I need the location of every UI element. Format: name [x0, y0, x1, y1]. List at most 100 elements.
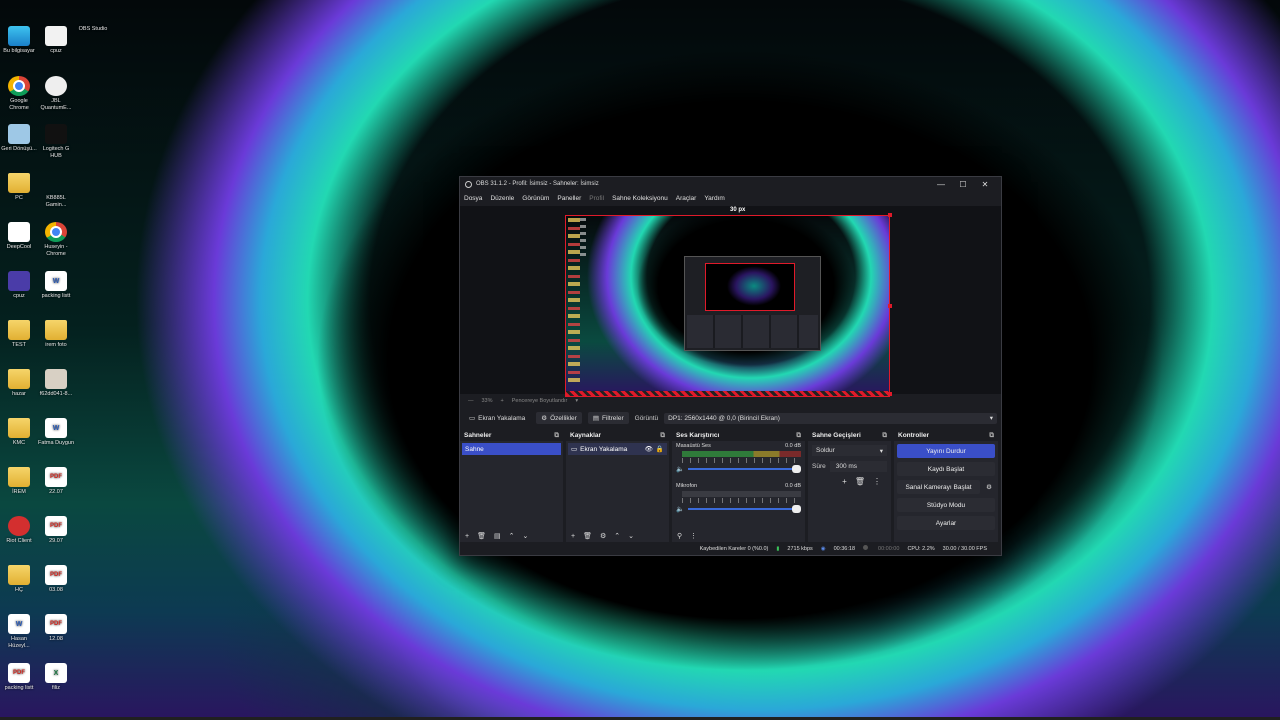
gear-icon[interactable]: ⚙	[983, 480, 995, 494]
filters-button[interactable]: ▤ Filtreler	[587, 412, 629, 424]
volume-slider[interactable]	[688, 505, 801, 513]
preview-canvas[interactable]	[565, 215, 890, 397]
chevron-down-icon: ▾	[989, 415, 993, 422]
desktop-icon[interactable]: Xfiliz	[37, 663, 75, 692]
channel-name: Masaüstü Ses	[676, 443, 711, 449]
zoom-plus-icon[interactable]: +	[501, 398, 504, 404]
lock-icon[interactable]: 🔒	[656, 445, 664, 453]
menu-tools[interactable]: Araçlar	[676, 195, 697, 202]
trash-icon[interactable]: 🗑	[855, 477, 865, 486]
minimize-button[interactable]: —	[930, 180, 952, 189]
hyperx-icon	[45, 173, 67, 193]
desktop-icon[interactable]: PDF 29.07	[37, 516, 75, 545]
maximize-button[interactable]: ☐	[952, 180, 974, 189]
desktop-icon[interactable]: Wpacking listt	[37, 271, 75, 300]
close-button[interactable]: ✕	[974, 180, 996, 189]
desktop-icon[interactable]: PDF 22.07	[37, 467, 75, 496]
desktop-icon[interactable]: DeepCool	[0, 222, 38, 251]
desktop-icon[interactable]: Riot Client	[0, 516, 38, 545]
desktop-icon[interactable]: İREM	[0, 467, 38, 496]
desktop-icon[interactable]: PC	[0, 173, 38, 202]
desktop-icon[interactable]: PDF 12.08	[37, 614, 75, 643]
source-item[interactable]: ▭ Ekran Yakalama 👁 🔒	[568, 443, 667, 455]
scenes-dock: Sahneler ⧉ Sahne + 🗑 ▤ ⌃ ⌄	[460, 430, 563, 542]
menu-help[interactable]: Yardım	[704, 195, 724, 202]
desktop-icon[interactable]: W Hasan Hüzeyl...	[0, 614, 38, 650]
start-recording-button[interactable]: Kaydı Başlat	[897, 462, 995, 476]
desktop-icon[interactable]: OBS Studio	[74, 26, 555, 222]
studio-mode-button[interactable]: Stüdyo Modu	[897, 498, 995, 512]
properties-button[interactable]: ⚙ Özellikler	[536, 412, 582, 424]
controls-title: Kontroller	[898, 432, 930, 439]
resize-handle-right[interactable]	[888, 304, 892, 308]
speaker-icon[interactable]: 🔈	[676, 465, 684, 473]
resize-to-window[interactable]: Pencereye Boyutlandır	[512, 398, 568, 404]
volume-slider-knob[interactable]	[792, 465, 801, 473]
link-icon[interactable]: ⚲	[677, 532, 682, 540]
desktop-icon[interactable]: cpuz	[0, 271, 38, 300]
chevron-up-icon[interactable]: ⌃	[509, 532, 515, 540]
desktop-icon[interactable]: KB885L Gamin...	[37, 173, 75, 209]
dock-float-icon[interactable]: ⧉	[796, 432, 801, 440]
sources-dock: Kaynaklar ⧉ ▭ Ekran Yakalama 👁 🔒 + 🗑 ⚙ ⌃…	[566, 430, 669, 542]
more-icon[interactable]: ⋮	[690, 532, 697, 540]
menu-edit[interactable]: Düzenle	[490, 195, 514, 202]
chevron-up-icon[interactable]: ⌃	[614, 532, 620, 540]
menu-file[interactable]: Dosya	[464, 195, 482, 202]
desktop-icon[interactable]: cpuz	[37, 26, 75, 55]
desktop-icon[interactable]: hazar	[0, 369, 38, 398]
transition-select[interactable]: Soldur ▾	[812, 445, 887, 456]
eye-icon[interactable]: 👁	[645, 445, 653, 453]
dock-float-icon[interactable]: ⧉	[554, 432, 559, 440]
dock-float-icon[interactable]: ⧉	[660, 432, 665, 440]
desktop-icon[interactable]: irem foto	[37, 320, 75, 349]
duration-input[interactable]: 300 ms	[829, 461, 887, 472]
add-icon[interactable]: +	[571, 533, 575, 540]
dock-float-icon[interactable]: ⧉	[882, 432, 887, 440]
desktop-icon[interactable]: W Fatma Duygun	[37, 418, 75, 447]
desktop-icon[interactable]: Logitech G HUB	[37, 124, 75, 160]
filter-icon[interactable]: ▤	[494, 532, 501, 540]
resize-handle-top-right[interactable]	[888, 213, 892, 217]
gear-icon[interactable]: ⚙	[600, 532, 606, 540]
desktop-icon[interactable]: TEST	[0, 320, 38, 349]
desktop-icon[interactable]: KMC	[0, 418, 38, 447]
desktop-icon[interactable]: JBL QuantumE...	[37, 76, 75, 112]
desktop-icon[interactable]: Geri Dönüşü...	[0, 124, 38, 153]
preview-area[interactable]: 30 px	[460, 206, 1001, 397]
window-title: OBS 31.1.2 - Profil: İsimsiz - Sahneler:…	[476, 181, 599, 187]
desktop-icon[interactable]: Bu bilgisayar	[0, 26, 38, 55]
desktop-icon[interactable]: f62dd041-8...	[37, 369, 75, 398]
trash-icon[interactable]: 🗑	[583, 532, 592, 540]
scene-item[interactable]: Sahne	[462, 443, 561, 455]
speaker-icon[interactable]: 🔈	[676, 505, 684, 513]
chevron-down-icon[interactable]: ⌄	[522, 532, 528, 540]
menu-profile[interactable]: Profil	[589, 195, 604, 202]
desktop-icon[interactable]: PDF 03.08	[37, 565, 75, 594]
zoom-minus-icon[interactable]: —	[468, 398, 474, 404]
trash-icon[interactable]: 🗑	[477, 532, 486, 540]
title-bar[interactable]: OBS 31.1.2 - Profil: İsimsiz - Sahneler:…	[460, 177, 1001, 191]
volume-slider-knob[interactable]	[792, 505, 801, 513]
channel-header: Masaüstü Ses 0.0 dB	[676, 443, 801, 449]
menu-scene-collection[interactable]: Sahne Koleksiyonu	[612, 195, 668, 202]
menu-view[interactable]: Görünüm	[522, 195, 549, 202]
desktop-icon-label: DeepCool	[6, 244, 32, 250]
menu-docks[interactable]: Paneller	[557, 195, 581, 202]
desktop-icon[interactable]: PDF packing listt	[0, 663, 38, 692]
add-icon[interactable]: +	[842, 477, 847, 486]
chevron-down-icon[interactable]: ⌄	[628, 532, 634, 540]
desktop-icon[interactable]: HÇ	[0, 565, 38, 594]
more-icon[interactable]: ⋮	[873, 477, 881, 486]
desktop-icon[interactable]: Google Chrome	[0, 76, 38, 112]
settings-button[interactable]: Ayarlar	[897, 516, 995, 530]
start-virtual-camera-button[interactable]: Sanal Kamerayı Başlat	[897, 480, 980, 494]
desktop-icon[interactable]: Huseyin - Chrome	[37, 222, 75, 258]
display-select[interactable]: DP1: 2560x1440 @ 0,0 (Birincil Ekran) ▾	[664, 412, 997, 424]
logitech-icon	[45, 124, 67, 144]
add-icon[interactable]: +	[465, 533, 469, 540]
chevron-down-icon[interactable]: ▾	[575, 398, 578, 404]
dock-float-icon[interactable]: ⧉	[989, 432, 994, 440]
stop-stream-button[interactable]: Yayını Durdur	[897, 444, 995, 458]
volume-slider[interactable]	[688, 465, 801, 473]
